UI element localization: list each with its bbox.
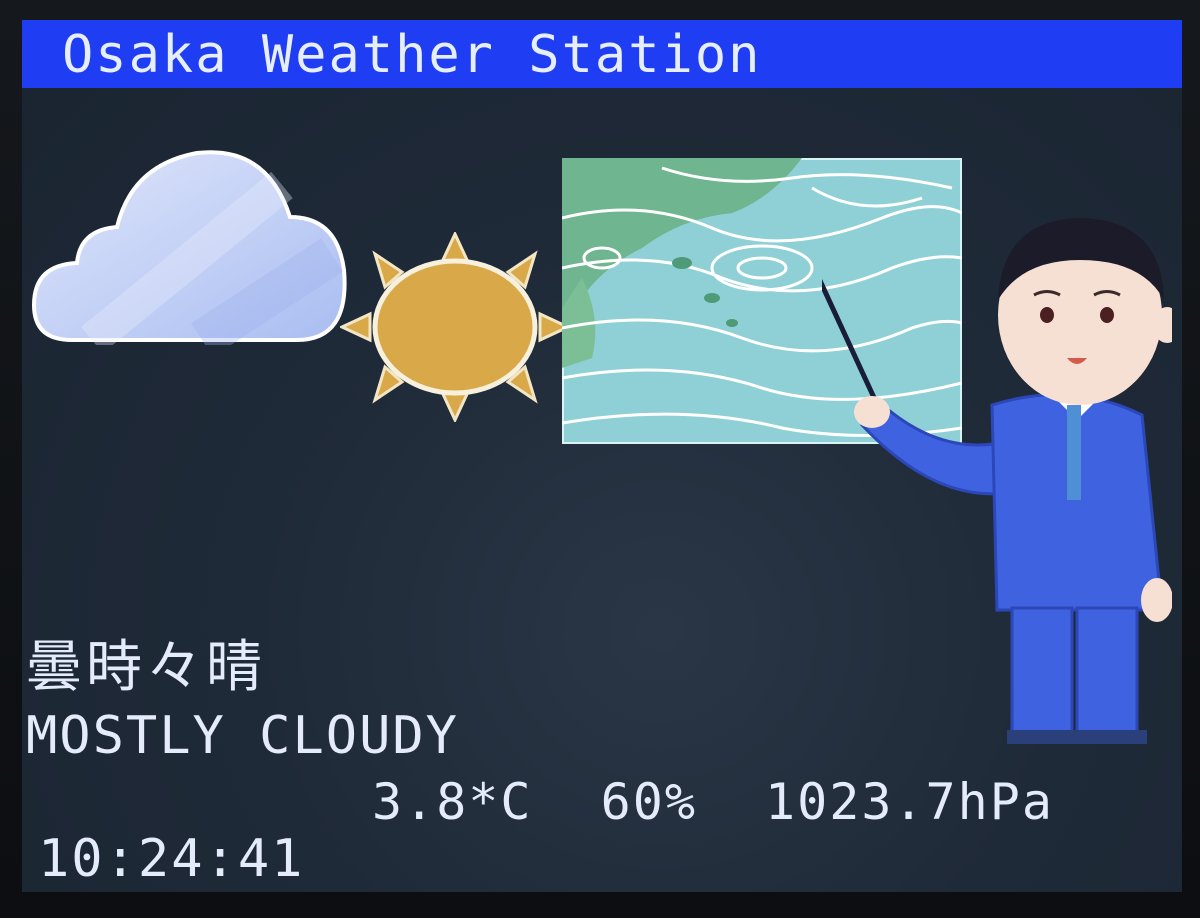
sun-icon (340, 232, 570, 422)
weather-presenter-illustration (822, 218, 1172, 744)
forecast-condition: MOSTLY CLOUDY (26, 706, 459, 766)
humidity-reading: 60% (600, 773, 697, 831)
sensor-readings: 3.8*C 60% 1023.7hPa (372, 774, 1054, 830)
clock-time: 10:24:41 (38, 829, 305, 889)
title-bar: Osaka Weather Station (22, 20, 1182, 88)
pressure-reading: 1023.7hPa (765, 773, 1054, 831)
station-title: Osaka Weather Station (62, 25, 762, 85)
cloud-icon (32, 150, 347, 345)
temperature-reading: 3.8*C (372, 773, 533, 831)
forecast-japanese: 曇時々晴 (26, 635, 266, 700)
lcd-screen: Osaka Weather Station 曇時々晴 MOSTLY CLOUDY… (22, 20, 1182, 892)
